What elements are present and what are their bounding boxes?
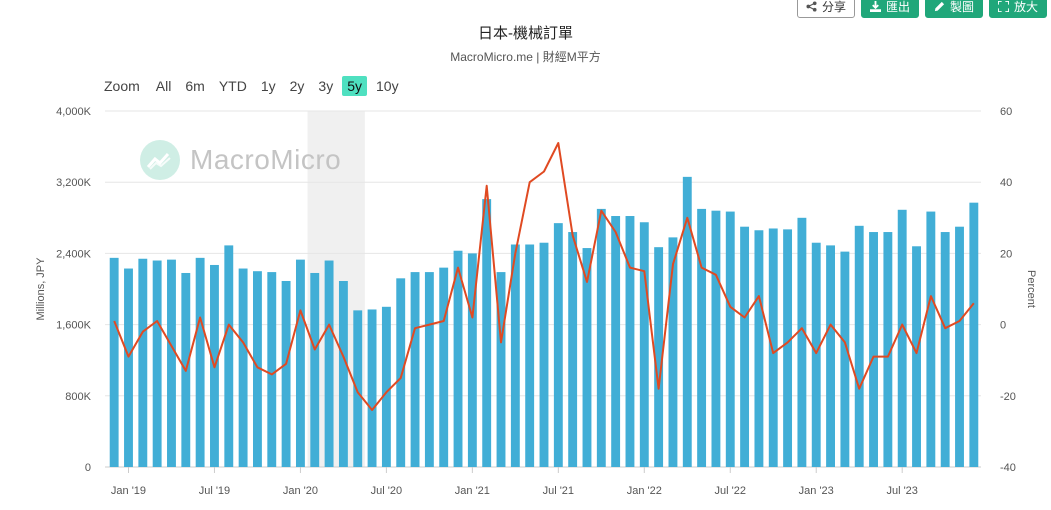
bar xyxy=(811,242,821,467)
bar xyxy=(109,257,119,467)
bar xyxy=(926,211,936,467)
bar xyxy=(725,211,735,467)
macromicro-logo-icon xyxy=(140,140,180,180)
bar xyxy=(410,272,420,467)
watermark: MacroMicro xyxy=(140,140,341,180)
bar xyxy=(754,230,764,467)
y-left-tick-label: 800K xyxy=(65,391,91,403)
bar xyxy=(740,226,750,467)
x-tick-label: Jul '23 xyxy=(886,485,917,497)
bar xyxy=(639,222,649,467)
x-tick-label: Jan '21 xyxy=(455,485,490,497)
bar xyxy=(783,229,793,467)
bar xyxy=(353,310,363,467)
y-right-tick-label: 60 xyxy=(1000,106,1012,118)
bar xyxy=(238,268,248,467)
bar xyxy=(267,272,277,467)
bar xyxy=(324,260,334,467)
bar xyxy=(553,223,563,467)
bar xyxy=(124,268,133,467)
bar xyxy=(424,272,434,467)
bar xyxy=(396,278,406,467)
y-left-tick-label: 1,600K xyxy=(56,320,92,332)
y-left-tick-label: 0 xyxy=(85,462,91,474)
bar xyxy=(381,306,391,467)
bar xyxy=(281,280,291,467)
x-tick-label: Jan '20 xyxy=(283,485,318,497)
y-right-tick-label: -40 xyxy=(1000,462,1016,474)
y-left-tick-label: 4,000K xyxy=(56,106,92,118)
bar xyxy=(152,260,162,467)
bar xyxy=(525,244,535,467)
bar xyxy=(539,242,549,467)
chart: 0 800K 1,600K 2,400K 3,200K 4,000K -40 -20 0 20 40… xyxy=(35,106,1037,497)
bar xyxy=(453,250,463,467)
x-tick-label: Jan '22 xyxy=(627,485,662,497)
y-left-axis-title: Millions, JPY xyxy=(35,257,47,321)
x-tick-label: Jan '23 xyxy=(799,485,834,497)
bar xyxy=(869,232,878,467)
y-right-tick-label: 40 xyxy=(1000,177,1012,189)
bar xyxy=(854,225,864,467)
watermark-text: MacroMicro xyxy=(190,144,342,175)
bar xyxy=(969,202,979,468)
bar xyxy=(611,216,621,467)
x-tick-label: Jul '20 xyxy=(371,485,402,497)
bar xyxy=(768,228,778,467)
bar xyxy=(897,209,907,468)
bar xyxy=(482,199,492,468)
y-right-tick-label: 20 xyxy=(1000,248,1012,260)
x-tick-label: Jul '21 xyxy=(543,485,574,497)
x-tick-label: Jul '22 xyxy=(715,485,746,497)
bar xyxy=(310,272,320,467)
bar xyxy=(338,280,348,467)
bar xyxy=(295,259,305,467)
y-right-tick-label: 0 xyxy=(1000,320,1006,332)
bar xyxy=(697,208,707,467)
x-tick-label: Jan '19 xyxy=(111,485,146,497)
bar xyxy=(138,258,148,467)
bar xyxy=(224,245,234,467)
bar-series xyxy=(109,176,979,468)
bar xyxy=(167,259,176,467)
bar xyxy=(568,232,578,467)
bar xyxy=(940,232,950,467)
bar xyxy=(955,226,964,467)
bar xyxy=(711,210,721,467)
bar xyxy=(797,217,807,467)
x-tick-label: Jul '19 xyxy=(199,485,230,497)
bar xyxy=(625,216,635,467)
bar xyxy=(840,251,850,467)
bar xyxy=(596,208,606,467)
y-left-tick-label: 3,200K xyxy=(56,177,92,189)
bar xyxy=(826,245,835,467)
bar xyxy=(912,246,921,467)
y-left-tick-label: 2,400K xyxy=(56,248,92,260)
bar xyxy=(367,309,377,467)
bar xyxy=(195,257,205,467)
bar xyxy=(439,267,449,467)
y-right-tick-label: -20 xyxy=(1000,391,1016,403)
y-right-axis-title: Percent xyxy=(1025,270,1037,308)
